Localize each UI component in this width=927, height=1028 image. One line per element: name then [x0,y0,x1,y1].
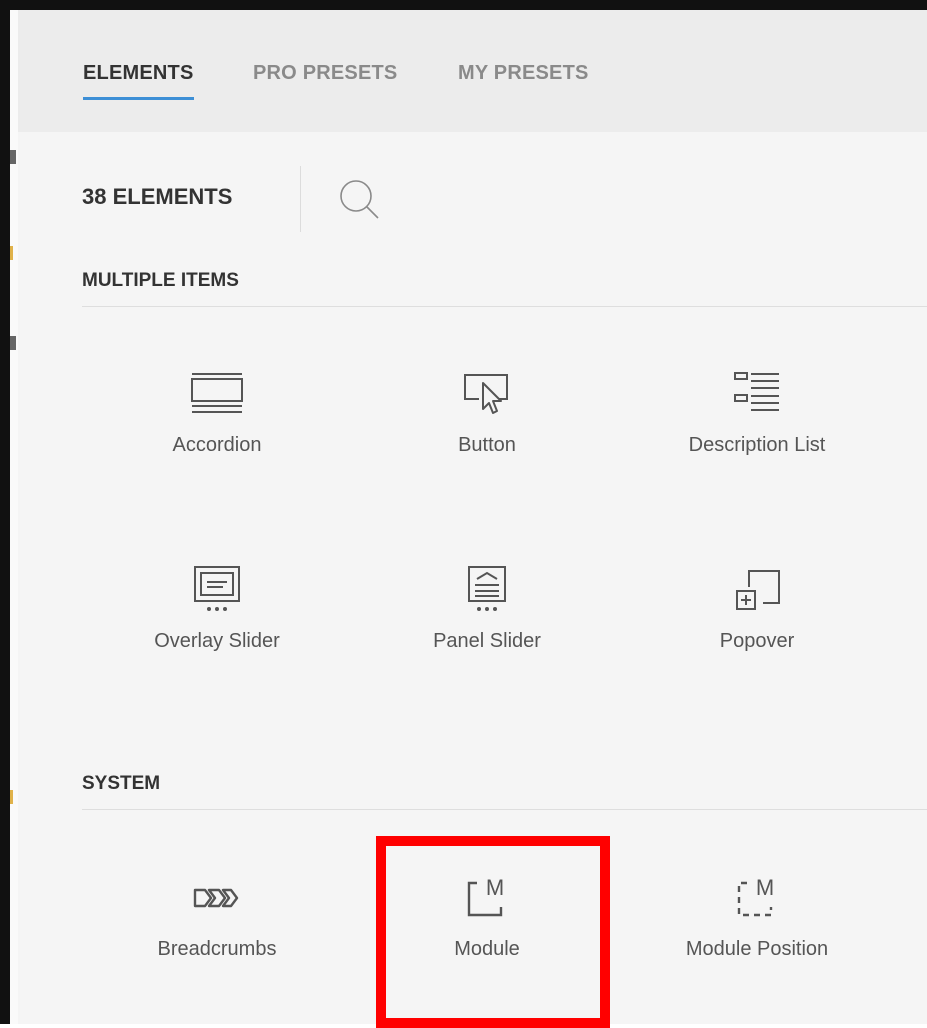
section-title-system: SYSTEM [82,773,161,794]
element-label: Breadcrumbs [157,938,277,960]
element-label: Overlay Slider [154,630,280,652]
module-icon: M [467,875,504,917]
module-position-icon: M [737,875,774,917]
description-list-icon [734,372,779,411]
count-divider [300,166,301,232]
section-title-multiple-items: MULTIPLE ITEMS [82,270,239,291]
background-page-strip [10,10,18,1024]
element-tile-description-list[interactable]: Description List [622,328,892,478]
element-label: Popover [719,630,795,652]
tab-elements[interactable]: ELEMENTS [83,62,194,100]
section-divider [82,809,927,810]
search-icon [340,180,379,219]
tab-my-presets[interactable]: MY PRESETS [458,62,589,100]
tab-pro-presets[interactable]: PRO PRESETS [253,62,397,100]
element-label: Description List [688,434,826,456]
panel-slider-icon [468,566,506,611]
element-tile-overlay-slider[interactable]: Overlay Slider [82,524,352,674]
elements-panel: ELEMENTS PRO PRESETS MY PRESETS 38 ELEME… [18,10,927,1024]
element-count-row: 38 ELEMENTS [18,162,927,232]
element-label: Panel Slider [433,630,541,652]
element-tile-module[interactable]: M Module [352,832,622,982]
element-tile-button[interactable]: Button [352,328,622,478]
element-label: Module Position [685,938,829,960]
svg-text:M: M [756,875,774,900]
screen-frame-left [0,0,10,1024]
button-icon [464,374,508,414]
element-tile-popover[interactable]: Popover [622,524,892,674]
element-tile-breadcrumbs[interactable]: Breadcrumbs [82,832,352,982]
search-button[interactable] [338,178,382,222]
element-label: Module [454,938,520,960]
element-tile-module-position[interactable]: M Module Position [622,832,892,982]
element-tile-panel-slider[interactable]: Panel Slider [352,524,622,674]
element-tile-accordion[interactable]: Accordion [82,328,352,478]
accordion-icon [191,373,243,413]
section-divider [82,306,927,307]
screen-frame-top [0,0,927,10]
element-count: 38 ELEMENTS [82,184,233,209]
element-label: Button [458,434,516,456]
element-label: Accordion [172,434,262,456]
popover-icon [736,570,780,610]
overlay-slider-icon [194,566,240,611]
svg-text:M: M [486,875,504,900]
breadcrumbs-icon [193,888,239,908]
tab-bar: ELEMENTS PRO PRESETS MY PRESETS [18,10,927,132]
